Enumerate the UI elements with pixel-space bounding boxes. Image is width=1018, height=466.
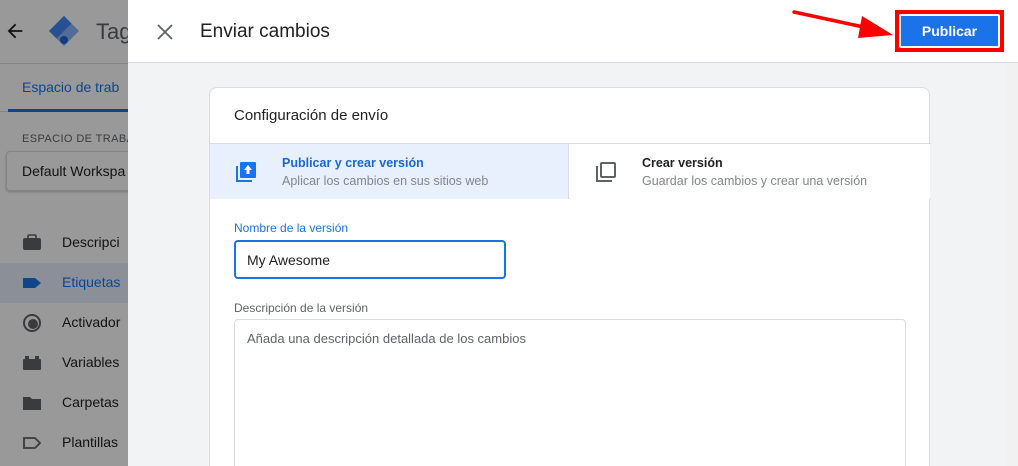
publish-button[interactable]: Publicar xyxy=(899,14,1000,48)
option-publish-and-create-version[interactable]: Publicar y crear versión Aplicar los cam… xyxy=(210,144,569,199)
option-subtitle: Aplicar los cambios en sus sitios web xyxy=(282,174,489,188)
option-subtitle: Guardar los cambios y crear una versión xyxy=(642,174,868,188)
version-description-label: Descripción de la versión xyxy=(234,301,369,315)
copy-version-icon xyxy=(596,162,616,182)
annotation-arrow-icon xyxy=(792,10,893,38)
option-title: Crear versión xyxy=(642,156,723,170)
panel-header: Enviar cambios Publicar xyxy=(128,0,1018,63)
version-description-input[interactable] xyxy=(234,319,906,466)
submission-config-card: Configuración de envío Publicar y crear … xyxy=(209,87,931,466)
publish-upload-icon xyxy=(236,162,256,182)
close-icon xyxy=(157,24,173,40)
version-name-label: Nombre de la versión xyxy=(234,221,349,235)
version-name-input[interactable] xyxy=(234,240,506,279)
close-button[interactable] xyxy=(151,18,179,46)
scrollbar[interactable] xyxy=(1006,64,1018,466)
option-create-version[interactable]: Crear versión Guardar los cambios y crea… xyxy=(570,144,930,199)
submission-options: Publicar y crear versión Aplicar los cam… xyxy=(210,143,931,199)
card-title: Configuración de envío xyxy=(234,107,389,124)
submit-changes-panel: Enviar cambios Publicar Configuración de… xyxy=(128,0,1018,466)
option-title: Publicar y crear versión xyxy=(282,156,424,170)
panel-title: Enviar cambios xyxy=(200,21,330,42)
